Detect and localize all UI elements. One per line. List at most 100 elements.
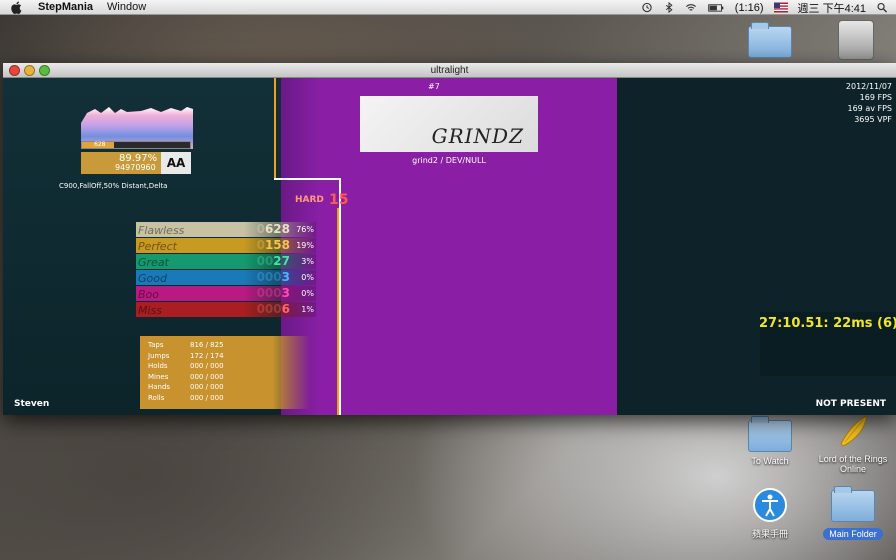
judgment-name: Perfect: [138, 240, 177, 253]
judgment-percent: 19%: [296, 241, 314, 250]
judgment-count-pad: 000: [256, 270, 282, 284]
minimize-button[interactable]: [24, 65, 35, 76]
judgment-count: 0628: [257, 222, 290, 236]
stat-value: 816 / 825: [190, 341, 224, 349]
folder-icon: [748, 416, 792, 452]
judgment-name: Good: [138, 272, 167, 285]
radar-stats-panel: Taps 816 / 825 Jumps 172 / 174 Holds 000 / …: [140, 336, 310, 409]
player2-status: NOT PRESENT: [815, 399, 886, 409]
life-line: [337, 208, 339, 415]
judgment-row: Good 0003 0%: [136, 270, 316, 285]
judgment-count-value: 27: [273, 254, 290, 268]
desktop-folder-top[interactable]: [746, 22, 794, 58]
judgment-count-pad: 000: [256, 286, 282, 300]
judgment-count-value: 3: [281, 270, 290, 284]
battery-icon[interactable]: [707, 2, 725, 13]
accessibility-icon: [753, 488, 787, 522]
life-line: [274, 178, 340, 180]
desktop-icon-label: Main Folder: [823, 528, 883, 540]
song-title: grind2 / DEV/NULL: [412, 156, 486, 165]
menu-bar: StepMania Window (1:16) 週三 下午4:41: [0, 0, 896, 15]
judgment-count-value: 158: [264, 238, 290, 252]
judgment-row: Miss 0006 1%: [136, 302, 316, 317]
stat-value: 000 / 000: [190, 372, 224, 381]
close-button[interactable]: [9, 65, 20, 76]
banner-title: GRINDZ: [431, 124, 524, 148]
hard-drive-icon: [838, 20, 874, 60]
song-rank: #7: [428, 82, 440, 91]
stat-value: 000 / 000: [190, 383, 224, 391]
menu-item-window[interactable]: Window: [107, 1, 146, 13]
fps-line: 169 av FPS: [847, 104, 893, 113]
life-line: [339, 178, 341, 415]
score-panel: 89.97% 94970960 AA: [81, 152, 191, 174]
battery-time[interactable]: (1:16): [735, 2, 764, 14]
judgment-percent: 3%: [301, 257, 314, 266]
judgment-count: 0027: [257, 254, 290, 268]
desktop-icon-label: To Watch: [751, 456, 789, 466]
player-name: Steven: [14, 399, 50, 409]
zoom-button[interactable]: [39, 65, 50, 76]
folder-icon: [831, 486, 875, 522]
modifiers-text: C900,FallOff,50% Distant,Delta: [59, 182, 168, 190]
judgment-name: Flawless: [138, 224, 185, 237]
difficulty-meter: 15: [329, 192, 349, 208]
judgment-row: Perfect 0158 19%: [136, 238, 316, 253]
stat-label: Mines: [148, 372, 169, 381]
desktop-hard-drive[interactable]: [832, 20, 880, 60]
timing-readout: 27:10.51: 22ms (6): [759, 316, 896, 331]
judgment-name: Miss: [138, 304, 163, 317]
stat-label: Hands: [148, 383, 171, 391]
stat-value: 172 / 174: [190, 351, 224, 360]
stat-label: Rolls: [148, 393, 165, 402]
stat-label: Holds: [148, 362, 168, 370]
spotlight-icon[interactable]: [876, 2, 888, 13]
judgment-count-value: 6: [281, 302, 290, 316]
folder-icon: [748, 22, 792, 58]
bluetooth-icon[interactable]: [663, 2, 675, 13]
window-title: ultralight: [430, 65, 469, 76]
score-points: 94970960: [115, 163, 156, 172]
window-titlebar[interactable]: ultralight: [3, 63, 896, 78]
game-screen: #7 GRINDZ grind2 / DEV/NULL HARD 15 2012…: [3, 78, 896, 415]
judgment-count: 0003: [257, 270, 290, 284]
judgment-count-value: 3: [281, 286, 290, 300]
judgment-percent: 0%: [301, 289, 314, 298]
apple-menu-icon[interactable]: [10, 0, 24, 14]
desktop-apple-manual[interactable]: 蘋果手冊: [740, 487, 800, 540]
judgment-count-pad: 000: [256, 302, 282, 316]
wifi-icon[interactable]: [685, 2, 697, 13]
song-banner: GRINDZ: [360, 96, 538, 152]
menu-extras: (1:16) 週三 下午4:41: [641, 0, 888, 15]
stat-label: Taps: [148, 341, 164, 349]
desktop-icon-label: Lord of the Rings Online: [818, 454, 888, 474]
desktop-to-watch[interactable]: To Watch: [740, 416, 800, 466]
judgment-count-pad: 0: [256, 238, 265, 252]
judgment-row: Boo 0003 0%: [136, 286, 316, 301]
life-line: [274, 78, 276, 178]
difficulty-label: HARD: [295, 195, 324, 205]
grade-badge: AA: [161, 152, 191, 174]
judgment-count-pad: 0: [256, 222, 265, 236]
stepmania-window: ultralight #7 GRINDZ grind2 / DEV/NULL H…: [3, 63, 896, 415]
judgment-count: 0158: [257, 238, 290, 252]
desktop-icon-label: 蘋果手冊: [751, 529, 788, 539]
menu-app-name[interactable]: StepMania: [38, 1, 93, 13]
judgment-count-value: 628: [264, 222, 290, 236]
judgment-row: Great 0027 3%: [136, 254, 316, 269]
fps-line: 169 FPS: [859, 93, 892, 102]
desktop-main-folder[interactable]: Main Folder: [818, 486, 888, 540]
time-machine-icon[interactable]: [641, 2, 653, 13]
life-value: 628: [94, 141, 106, 148]
stat-label: Jumps: [148, 351, 170, 360]
menu-clock[interactable]: 週三 下午4:41: [798, 0, 866, 16]
fps-line: 3695 VPF: [854, 115, 892, 124]
us-flag-icon[interactable]: [773, 2, 788, 13]
judgment-count: 0006: [257, 302, 290, 316]
fps-display: 2012/11/07 169 FPS 169 av FPS 3695 VPF: [846, 81, 892, 125]
stat-value: 000 / 000: [190, 362, 224, 370]
judgment-row: Flawless 0628 76%: [136, 222, 316, 237]
judgment-name: Great: [138, 256, 169, 269]
desktop-lotro[interactable]: Lord of the Rings Online: [818, 412, 888, 474]
judgment-percent: 76%: [296, 225, 314, 234]
